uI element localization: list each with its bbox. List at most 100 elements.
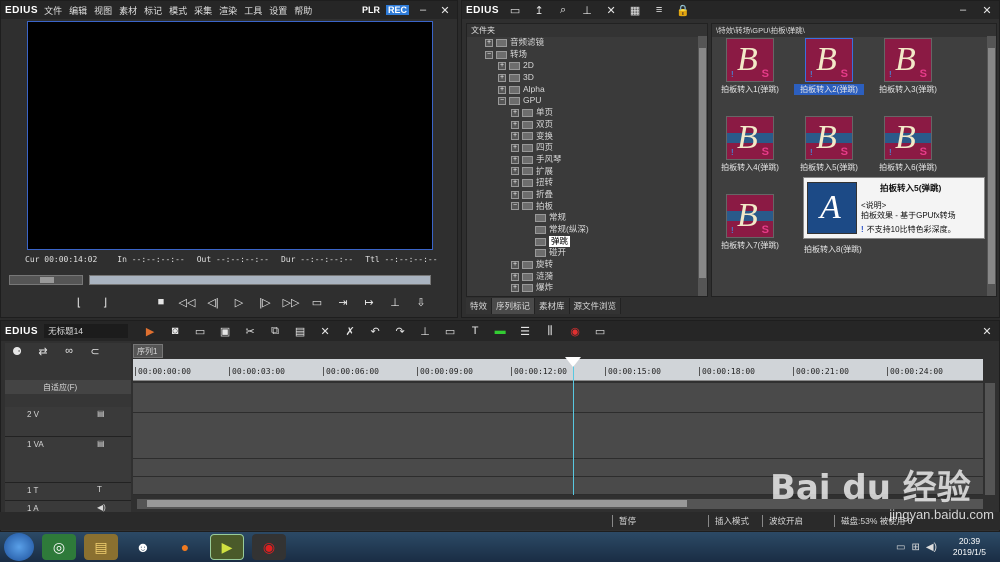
tree-node[interactable]: + 单页 [471,107,707,119]
mixer-icon[interactable]: ☰ [517,324,533,338]
tree-node[interactable]: 常规 [471,212,707,224]
effect-thumbnail[interactable]: B S! [884,38,932,82]
step-back-icon[interactable]: ◁| [205,295,221,309]
mode-select[interactable]: 自适应(F) [43,382,77,393]
menu-item[interactable]: 渲染 [219,4,237,17]
menu-item[interactable]: 设置 [269,4,287,17]
lane-1va[interactable] [133,413,983,459]
delete-icon[interactable]: ✕ [603,3,619,17]
tree-node[interactable]: + Alpha [471,84,707,96]
lock-icon[interactable]: 🔒 [675,3,691,17]
effect-item[interactable]: B S! 拍板转入6(弹跳) [873,116,943,173]
expand-icon[interactable]: + [498,73,506,82]
menu-item[interactable]: 编辑 [69,4,87,17]
360-browser-icon[interactable]: ◎ [42,534,76,560]
effect-item[interactable]: 拍板转入8(弹跳) [804,244,862,255]
expand-icon[interactable]: + [511,120,519,129]
search-icon[interactable]: ⌕ [555,3,571,17]
tree-node[interactable]: + 四页 [471,142,707,154]
cut-icon[interactable]: ✂ [242,324,258,338]
effect-thumbnail[interactable]: B S! [805,38,853,82]
tree-scrollbar[interactable] [698,36,707,296]
redo-icon[interactable]: ↷ [392,324,408,338]
overwrite-icon[interactable]: ↦ [361,295,377,309]
menu-item[interactable]: 帮助 [294,4,312,17]
paste-icon[interactable]: ▤ [292,324,308,338]
plr-badge[interactable]: PLR [362,5,380,15]
minimize-icon[interactable]: – [415,3,431,17]
menu-item[interactable]: 采集 [194,4,212,17]
timeline-close-icon[interactable]: ✕ [979,324,995,338]
expand-icon[interactable]: + [511,167,519,176]
save-icon[interactable]: ▣ [217,324,233,338]
rec-badge[interactable]: REC [385,5,409,15]
effect-item[interactable]: B S! 拍板转入3(弹跳) [873,38,943,95]
expand-icon[interactable]: + [511,272,519,281]
collapse-icon[interactable]: − [511,202,519,211]
tree-node[interactable]: +2D [471,60,707,72]
effect-item[interactable]: B S! 拍板转入4(弹跳) [715,116,785,173]
firefox-icon[interactable]: ● [168,534,202,560]
stop-icon[interactable]: ■ [153,295,169,309]
status-insert-mode[interactable]: 插入模式 [708,515,762,527]
expand-icon[interactable]: + [511,190,519,199]
tree-node[interactable]: + 双页 [471,119,707,131]
copy-icon[interactable]: ⧉ [267,324,283,338]
effect-item[interactable]: B S! 拍板转入2(弹跳) [794,38,864,95]
library-tab[interactable]: 素材库 [535,298,570,314]
menu-item[interactable]: 文件 [44,4,62,17]
ripple-delete-icon[interactable]: ✗ [342,324,358,338]
clock[interactable]: 20:39 2019/1/5 [953,536,986,558]
tree-node[interactable]: + 扩展 [471,166,707,178]
tree-node[interactable]: + 旋转 [471,259,707,271]
delete-clip-icon[interactable]: ✕ [317,324,333,338]
sequence-tab[interactable]: 序列1 [133,344,163,358]
video-preview[interactable] [27,21,433,250]
library-close-icon[interactable]: ✕ [979,3,995,17]
timeline-ruler[interactable]: 00:00:00:00 00:00:03:00 00:00:06:00 00:00:0… [133,359,983,381]
expand-icon[interactable]: + [485,38,493,47]
edius-taskbar-icon[interactable]: ▶ [210,534,244,560]
shuttle-slider[interactable] [9,275,83,285]
effect-item[interactable]: B S! 拍板转入1(弹跳) [715,38,785,95]
set-out-icon[interactable]: ⌋ [97,295,113,309]
track-mode-icon[interactable]: ⚈ [9,344,25,358]
library-tab[interactable]: 源文件浏览 [569,298,622,314]
step-forward-icon[interactable]: |▷ [257,295,273,309]
set-in-icon[interactable]: ⌊ [71,295,87,309]
position-slider[interactable] [89,275,431,285]
up-folder-icon[interactable]: ↥ [531,3,547,17]
properties-icon[interactable]: ≡ [651,3,667,17]
effect-thumbnail[interactable]: B S! [884,116,932,160]
split-clip-icon[interactable]: ⊥ [417,324,433,338]
effect-thumbnail[interactable]: B S! [726,194,774,238]
rewind-icon[interactable]: ◁◁ [179,295,196,309]
track-header[interactable]: 1 VA ▤ [5,437,131,483]
add-effect-icon[interactable]: ⊥ [579,3,595,17]
tray-keyboard-icon[interactable]: ▭ [896,542,905,553]
record-voice-icon[interactable]: ◉ [567,324,583,338]
tree-node[interactable]: 常规(纵深) [471,224,707,236]
close-icon[interactable]: ✕ [437,3,453,17]
effect-item[interactable]: B S! 拍板转入5(弹跳) [794,116,864,173]
tree-node[interactable]: + 涟漪 [471,271,707,283]
effect-item[interactable]: B S! 拍板转入7(弹跳) [715,194,785,251]
marker-icon[interactable]: ▭ [442,324,458,338]
tree-node[interactable]: 弹跳 [471,235,707,248]
tree-node[interactable]: + 变换 [471,131,707,143]
playhead[interactable] [565,357,581,495]
tree-node[interactable]: − GPU [471,95,707,107]
track-view-icon[interactable]: ▤ [97,439,105,448]
expand-icon[interactable]: + [511,179,519,188]
track-header[interactable]: 2 V ▤ [5,407,131,437]
loop-icon[interactable]: ▭ [309,295,325,309]
tree-node[interactable]: − 转场 [471,49,707,61]
playhead-marker[interactable] [565,357,581,367]
tree-node[interactable]: − 拍板 [471,201,707,213]
tray-volume-icon[interactable]: ◀) [926,542,937,553]
undo-icon[interactable]: ↶ [367,324,383,338]
effect-thumbnail[interactable]: B S! [726,38,774,82]
collapse-icon[interactable]: − [485,50,493,59]
shuttle-handle[interactable] [40,277,54,283]
track-header[interactable]: 1 T T [5,483,131,501]
